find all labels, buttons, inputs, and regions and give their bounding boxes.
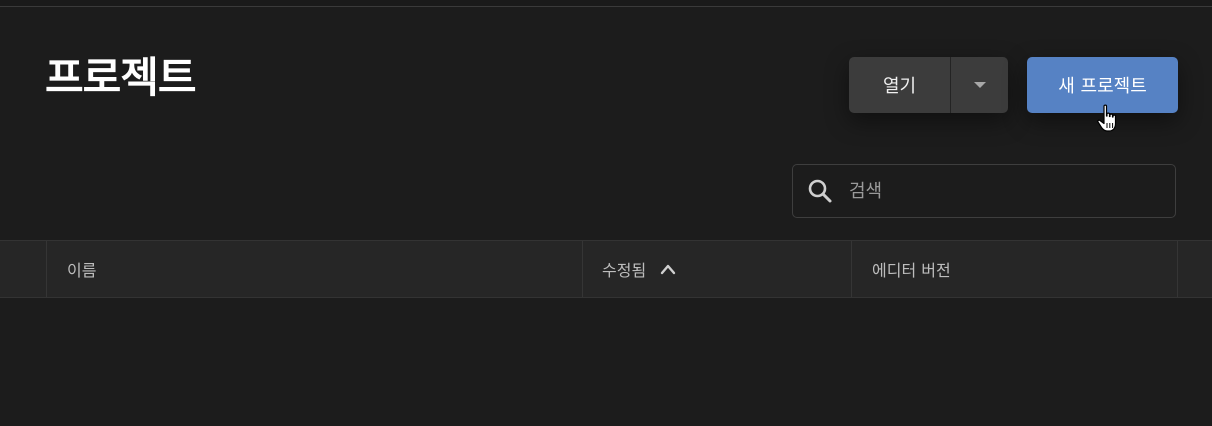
open-button[interactable]: 열기 [849,57,950,113]
column-version-label: 에디터 버전 [872,261,951,280]
column-header-name[interactable]: 이름 [46,241,583,297]
projects-page: 프로젝트 열기 새 프로젝트 이름 수정됨 에디터 버전 [0,0,1212,426]
page-title: 프로젝트 [45,53,197,102]
chevron-up-icon [660,264,676,275]
search-icon [808,179,832,203]
column-modified-label: 수정됨 [602,261,647,280]
column-header-actions [1177,241,1212,297]
search-field [792,164,1176,218]
open-dropdown-button[interactable] [951,57,1008,113]
window-top-bar [0,0,1212,7]
search-input[interactable] [847,179,1151,203]
column-header-editor-version[interactable]: 에디터 버전 [851,241,1178,297]
column-name-label: 이름 [67,261,97,280]
open-split-button: 열기 [849,57,1008,113]
caret-down-icon [973,82,986,88]
hand-pointer-cursor-icon [1097,104,1117,132]
column-header-modified[interactable]: 수정됨 [582,241,852,297]
table-header: 이름 수정됨 에디터 버전 [0,240,1212,298]
